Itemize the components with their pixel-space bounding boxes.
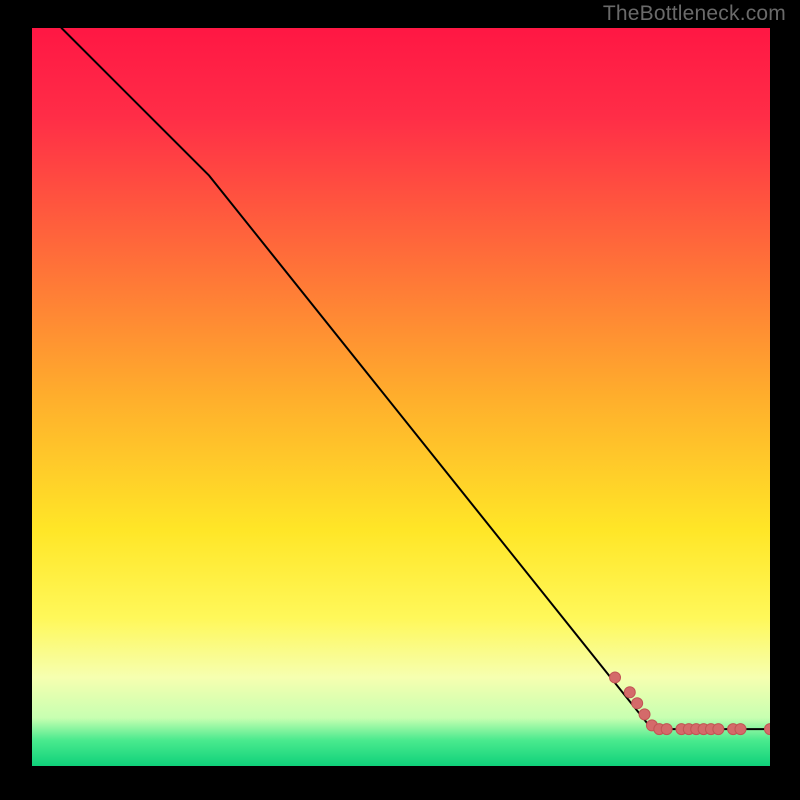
watermark-text: TheBottleneck.com <box>603 2 786 26</box>
data-marker <box>735 724 746 735</box>
data-marker <box>624 687 635 698</box>
data-marker <box>610 672 621 683</box>
data-marker <box>639 709 650 720</box>
plot-area <box>32 28 770 766</box>
data-marker <box>661 724 672 735</box>
chart-stage: TheBottleneck.com <box>0 0 800 800</box>
gradient-background <box>32 28 770 766</box>
data-marker <box>632 698 643 709</box>
chart-svg <box>32 28 770 766</box>
data-marker <box>713 724 724 735</box>
